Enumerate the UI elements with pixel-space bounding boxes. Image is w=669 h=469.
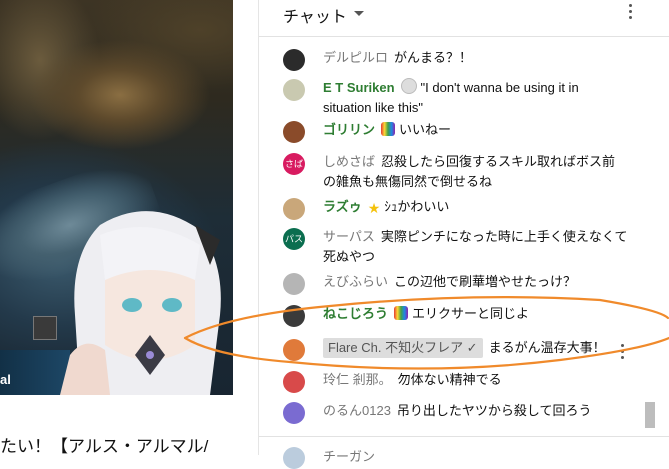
chat-scrollbar[interactable] [645,402,655,428]
chat-message-text: 吊り出したヤツから殺して回ろう [396,403,592,418]
video-title[interactable]: たい！【アルス・アルマル/ [0,432,208,457]
chat-author-avatar[interactable] [283,305,305,327]
member-badge-icon [400,78,417,94]
chat-author-avatar[interactable] [283,121,305,143]
chat-message-text: まるがん温存大事！ [488,340,606,355]
chat-author-name[interactable]: サーパス [323,229,375,244]
game-item-icon [33,316,57,340]
chat-message-body: ねこじろう エリクサーと同じよ [323,304,628,324]
chat-message-text: いいねー [399,122,452,137]
chat-author-avatar[interactable] [283,273,305,295]
chat-author-name[interactable]: デルピルロ [323,50,388,65]
chat-author-name[interactable]: ねこじろう [323,306,388,321]
chat-message-text: 勿体ない精神でる [397,372,502,387]
rainbow-badge-icon [394,306,409,320]
chat-message-text: ｼｭかわいい [384,199,450,214]
chat-author-name[interactable]: Flare Ch. 不知火フレア ✓ [323,338,483,358]
message-menu-icon[interactable] [619,344,625,360]
chat-author-avatar[interactable] [283,198,305,220]
more-options-icon[interactable] [625,4,635,22]
chat-author-avatar[interactable] [283,49,305,71]
chat-footer-name: チーガン [323,449,376,464]
video-player[interactable]: al [0,0,233,395]
chat-message-text: がんまる？！ [394,50,473,65]
chat-author-avatar[interactable] [283,402,305,424]
chat-author-name[interactable]: しめさば [323,154,375,169]
chat-author-name[interactable]: E T Suriken [323,80,395,95]
chat-message-body: E T Suriken "I don't wanna be using it in… [323,78,628,118]
chat-author-name[interactable]: 玲仁 剎那。 [323,372,392,387]
chat-author-name[interactable]: えびふらい [323,274,388,289]
chat-message-text: この辺他で刷華増やせたっけ？ [394,274,577,289]
chat-author-avatar [283,447,305,469]
live-chat-panel: チャット デルピルロ がんまる？！ E T Suriken "I don't wann… [258,0,669,469]
chat-message-body: サーパス 実際ピンチになった時に上手く使えなくて死ぬやつ [323,227,628,267]
chat-message-text: エリクサーと同じよ [412,306,530,321]
chat-message-body: ラズゥ ★ ｼｭかわいい [323,197,628,217]
chat-message-body: しめさば 忍殺したら回復するスキル取ればボス前の雑魚も無傷同然で倒せるね [323,152,628,192]
chat-author-name[interactable]: ラズゥ [323,199,362,214]
chat-message-body: Flare Ch. 不知火フレア ✓ まるがん温存大事！ [323,338,628,358]
chat-author-name[interactable]: のるん0123 [323,403,391,418]
chat-author-name[interactable]: ゴリリン [323,122,375,137]
video-overlay-label: al [0,372,11,387]
chat-author-avatar[interactable]: パス [283,228,305,250]
chat-mode-selector[interactable]: チャット [283,3,347,27]
chat-author-avatar[interactable] [283,371,305,393]
vtuber-avatar [60,211,221,395]
chat-message-body: デルピルロ がんまる？！ [323,48,628,68]
star-badge-icon: ★ [367,200,381,216]
chat-author-avatar[interactable] [283,79,305,101]
chat-message-body: のるん0123 吊り出したヤツから殺して回ろう [323,401,628,421]
chat-author-avatar[interactable]: さば [283,153,305,175]
chat-author-avatar[interactable] [283,339,305,361]
chat-header: チャット [259,0,669,37]
rainbow-badge-icon [381,122,396,136]
chat-divider [259,436,669,437]
chat-message-body: えびふらい この辺他で刷華増やせたっけ？ [323,272,628,292]
chevron-down-icon[interactable] [354,11,364,16]
chat-message-body: 玲仁 剎那。 勿体ない精神でる [323,370,628,390]
chat-message-body: ゴリリン いいねー [323,120,628,140]
